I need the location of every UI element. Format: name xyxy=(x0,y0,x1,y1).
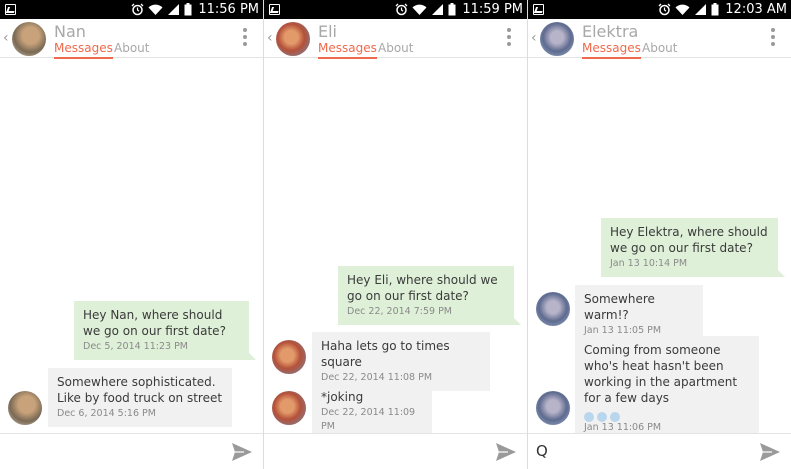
tab-about[interactable]: About xyxy=(114,41,149,55)
alarm-icon xyxy=(131,3,144,16)
send-icon[interactable] xyxy=(759,442,781,462)
avatar[interactable] xyxy=(272,391,306,425)
avatar[interactable] xyxy=(12,22,46,56)
send-icon[interactable] xyxy=(231,442,253,462)
message-text: Hey Elektra, where should we go on our f… xyxy=(610,225,768,255)
wifi-icon xyxy=(148,4,163,15)
compose-bar xyxy=(264,433,527,469)
status-bar: 12:03 AM xyxy=(528,0,791,19)
chevron-left-icon[interactable]: ‹ xyxy=(3,30,9,46)
tab-about[interactable]: About xyxy=(378,41,413,55)
status-bar: 11:59 PM xyxy=(264,0,527,19)
kebab-menu-icon[interactable] xyxy=(507,28,511,48)
status-bar: 11:56 PM xyxy=(0,0,263,19)
alarm-icon xyxy=(395,3,408,16)
battery-icon xyxy=(711,3,719,16)
message-text: Hey Eli, where should we go on our first… xyxy=(347,273,498,303)
notification-icon xyxy=(5,4,16,15)
message-timestamp: Dec 5, 2014 11:23 PM xyxy=(83,341,189,352)
avatar[interactable] xyxy=(536,391,570,425)
alarm-icon xyxy=(658,3,671,16)
avatar[interactable] xyxy=(536,292,570,326)
snowflake-icon xyxy=(584,411,594,422)
clock: 11:59 PM xyxy=(462,2,523,17)
clock: 11:56 PM xyxy=(198,2,259,17)
message-timestamp: Dec 22, 2014 7:59 PM xyxy=(347,306,453,317)
wifi-icon xyxy=(412,4,427,15)
avatar[interactable] xyxy=(272,340,306,374)
chevron-left-icon[interactable]: ‹ xyxy=(531,30,537,46)
contact-name: Nan xyxy=(54,22,86,41)
message-text: Somewhere warm!? xyxy=(584,292,655,322)
message-received[interactable]: Coming from someone who's heat hasn't be… xyxy=(575,336,759,441)
signal-icon xyxy=(168,4,180,15)
chevron-left-icon[interactable]: ‹ xyxy=(267,30,273,46)
notification-icon xyxy=(533,4,544,15)
message-timestamp: Dec 6, 2014 5:16 PM xyxy=(57,408,156,419)
avatar[interactable] xyxy=(540,22,574,56)
message-input[interactable]: Q xyxy=(536,442,548,460)
compose-bar xyxy=(0,433,263,469)
message-text: Somewhere sophisticated. Like by food tr… xyxy=(57,375,223,405)
compose-bar: Q xyxy=(528,433,791,469)
message-text: Haha lets go to times square xyxy=(321,339,450,369)
tab-messages[interactable]: Messages xyxy=(318,41,377,59)
clock: 12:03 AM xyxy=(725,2,787,17)
tab-messages[interactable]: Messages xyxy=(54,41,113,59)
message-text: Coming from someone who's heat hasn't be… xyxy=(584,343,738,405)
chat-header: ‹ Elektra Messages About xyxy=(528,19,791,59)
wifi-icon xyxy=(675,4,690,15)
tab-messages[interactable]: Messages xyxy=(582,41,641,59)
message-timestamp: Dec 22, 2014 11:09 PM xyxy=(321,407,416,432)
message-text: Hey Nan, where should we go on our first… xyxy=(83,308,226,338)
message-timestamp: Jan 13 10:14 PM xyxy=(610,258,688,269)
avatar[interactable] xyxy=(8,391,42,425)
avatar[interactable] xyxy=(276,22,310,56)
battery-icon xyxy=(448,3,456,16)
contact-name: Eli xyxy=(318,22,337,41)
contact-name: Elektra xyxy=(582,22,639,41)
message-sent[interactable]: Hey Eli, where should we go on our first… xyxy=(338,266,521,325)
send-icon[interactable] xyxy=(495,442,517,462)
message-sent[interactable]: Hey Nan, where should we go on our first… xyxy=(74,301,256,360)
message-received[interactable]: *joking Dec 22, 2014 11:09 PM xyxy=(312,383,432,440)
snowflake-icon xyxy=(610,411,620,422)
chat-header: ‹ Nan Messages About xyxy=(0,19,263,59)
notification-icon xyxy=(269,4,280,15)
chat-panel-elektra: 12:03 AM ‹ Elektra Messages About Hey El… xyxy=(528,0,791,469)
chat-panel-eli: 11:59 PM ‹ Eli Messages About Hey Eli, w… xyxy=(264,0,527,469)
signal-icon xyxy=(695,4,707,15)
message-sent[interactable]: Hey Elektra, where should we go on our f… xyxy=(601,218,785,277)
snowflake-emoji-row xyxy=(584,408,750,422)
chat-header: ‹ Eli Messages About xyxy=(264,19,527,59)
chat-panel-nan: 11:56 PM ‹ Nan Messages About Hey Nan, w… xyxy=(0,0,263,469)
kebab-menu-icon[interactable] xyxy=(243,28,247,48)
tab-about[interactable]: About xyxy=(642,41,677,55)
battery-icon xyxy=(184,3,192,16)
signal-icon xyxy=(432,4,444,15)
snowflake-icon xyxy=(597,411,607,422)
kebab-menu-icon[interactable] xyxy=(771,28,775,48)
message-received[interactable]: Somewhere sophisticated. Like by food tr… xyxy=(48,368,232,427)
message-text: *joking xyxy=(321,390,364,404)
